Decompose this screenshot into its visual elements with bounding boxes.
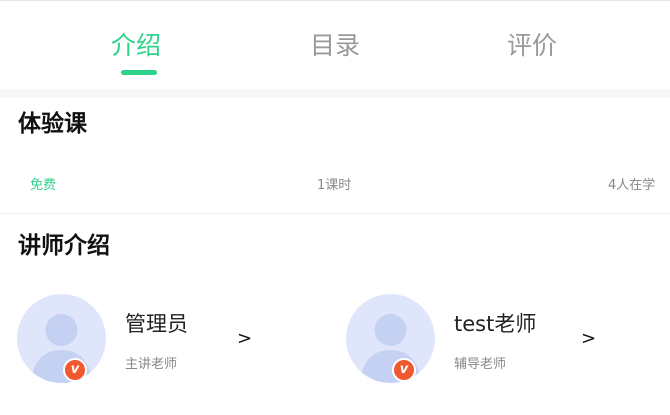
teacher-card[interactable]: v 管理员 主讲老师 >: [17, 294, 317, 384]
divider: [0, 213, 670, 214]
tab-catalog[interactable]: 目录: [310, 29, 360, 63]
teacher-section-title: 讲师介绍: [18, 233, 110, 259]
tab-reviews[interactable]: 评价: [507, 29, 557, 63]
teacher-card[interactable]: v test老师 辅导老师 >: [346, 294, 646, 384]
price-label: 免费: [30, 178, 57, 193]
avatar: [346, 294, 435, 383]
active-tab-indicator: [121, 70, 157, 75]
avatar: [17, 294, 106, 383]
tab-bar: 介绍 目录 评价: [0, 1, 670, 89]
tab-intro[interactable]: 介绍: [111, 29, 161, 63]
teacher-role: 辅导老师: [454, 357, 507, 372]
chevron-right-icon[interactable]: >: [581, 328, 596, 350]
teacher-name: test老师: [454, 312, 537, 336]
teacher-role: 主讲老师: [125, 357, 178, 372]
avatar-placeholder-icon: [360, 314, 421, 383]
verified-badge-icon: v: [63, 358, 87, 382]
teacher-name: 管理员: [125, 312, 188, 336]
lesson-count: 1课时: [317, 178, 352, 193]
section-separator: [0, 89, 670, 98]
avatar-placeholder-icon: [31, 314, 92, 383]
verified-badge-icon: v: [392, 358, 416, 382]
chevron-right-icon[interactable]: >: [237, 328, 252, 350]
trial-section-title: 体验课: [18, 111, 87, 137]
learner-count: 4人在学: [608, 178, 656, 193]
